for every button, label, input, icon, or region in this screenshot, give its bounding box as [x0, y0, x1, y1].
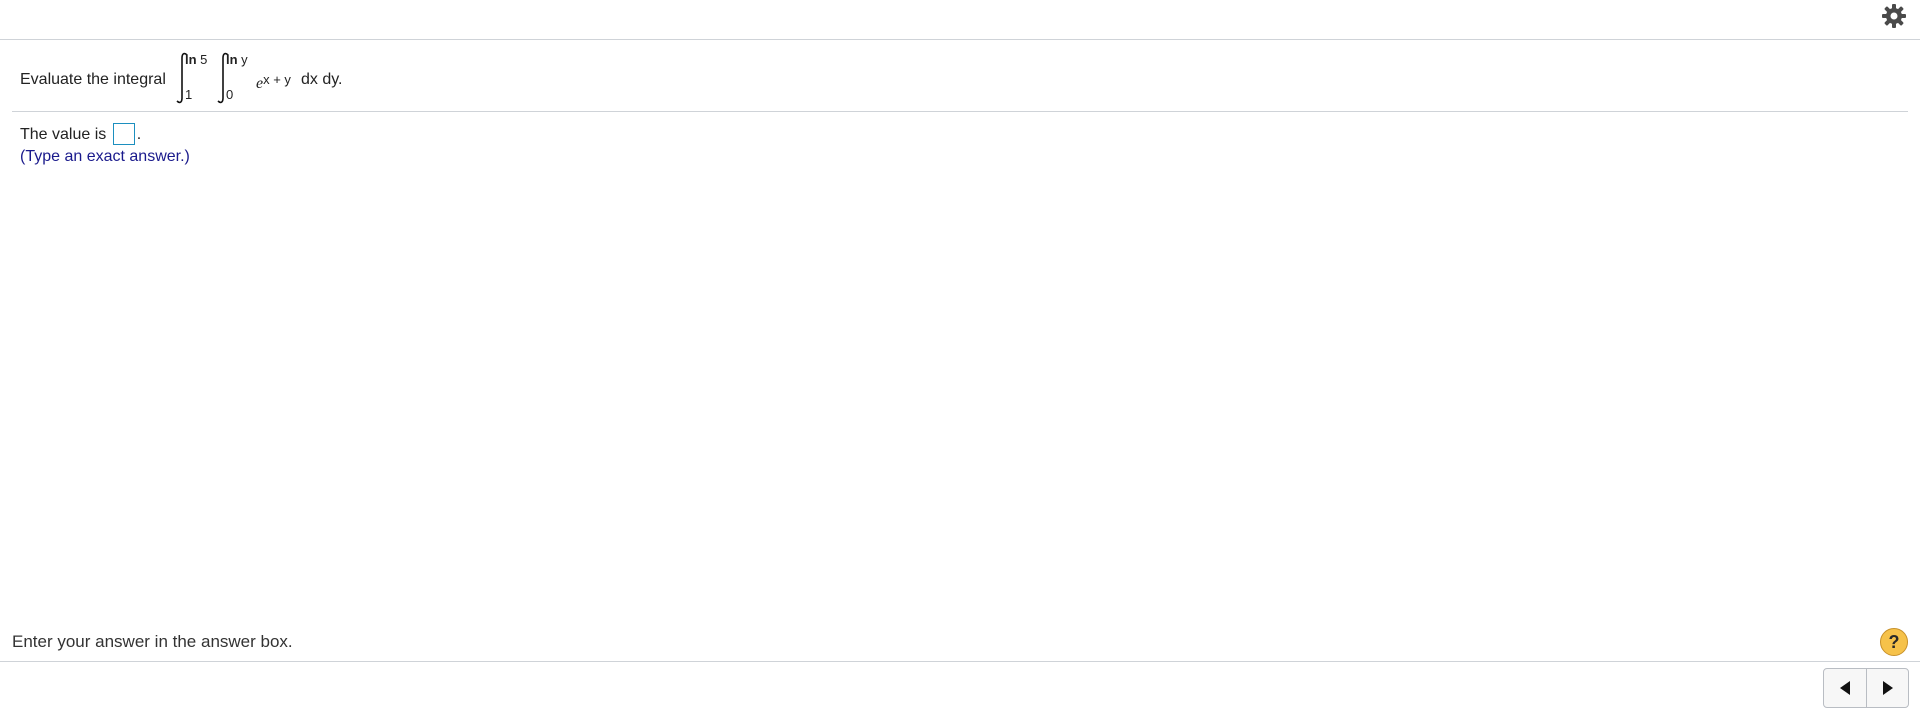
outer-upper-limit: ln 5 — [185, 52, 208, 67]
question-page: Evaluate the integral ln 5 1 ln y 0 ex +… — [0, 0, 1920, 714]
answer-input[interactable] — [112, 123, 135, 145]
help-button[interactable]: ? — [1880, 628, 1908, 656]
navigation-buttons — [1823, 668, 1909, 708]
next-arrow-icon — [1882, 681, 1893, 695]
footer-divider — [0, 661, 1920, 662]
divider — [12, 111, 1908, 112]
question-suffix: dx dy. — [301, 71, 343, 88]
integrand: ex + y — [256, 72, 291, 92]
inner-integral: ln y 0 — [216, 50, 260, 110]
answer-label: The value is — [20, 126, 107, 144]
outer-lower-limit: 1 — [185, 87, 193, 102]
top-bar — [0, 0, 1920, 40]
help-icon: ? — [1888, 632, 1900, 652]
integrand-exponent: x + y — [263, 72, 291, 87]
prev-button[interactable] — [1824, 669, 1866, 707]
next-button[interactable] — [1866, 669, 1908, 707]
question-prefix: Evaluate the integral — [20, 71, 166, 88]
answer-period: . — [136, 126, 142, 144]
inner-upper-limit: ln y — [226, 52, 248, 67]
answer-hint: (Type an exact answer.) — [20, 148, 190, 165]
inner-lower-limit: 0 — [226, 87, 234, 102]
prev-arrow-icon — [1840, 681, 1850, 695]
outer-integral: ln 5 1 — [175, 50, 219, 110]
answer-section: The value is . (Type an exact answer.) — [20, 123, 190, 166]
answer-line: The value is . — [20, 123, 190, 146]
instruction-text: Enter your answer in the answer box. — [12, 632, 293, 651]
gear-icon[interactable] — [1880, 2, 1908, 30]
